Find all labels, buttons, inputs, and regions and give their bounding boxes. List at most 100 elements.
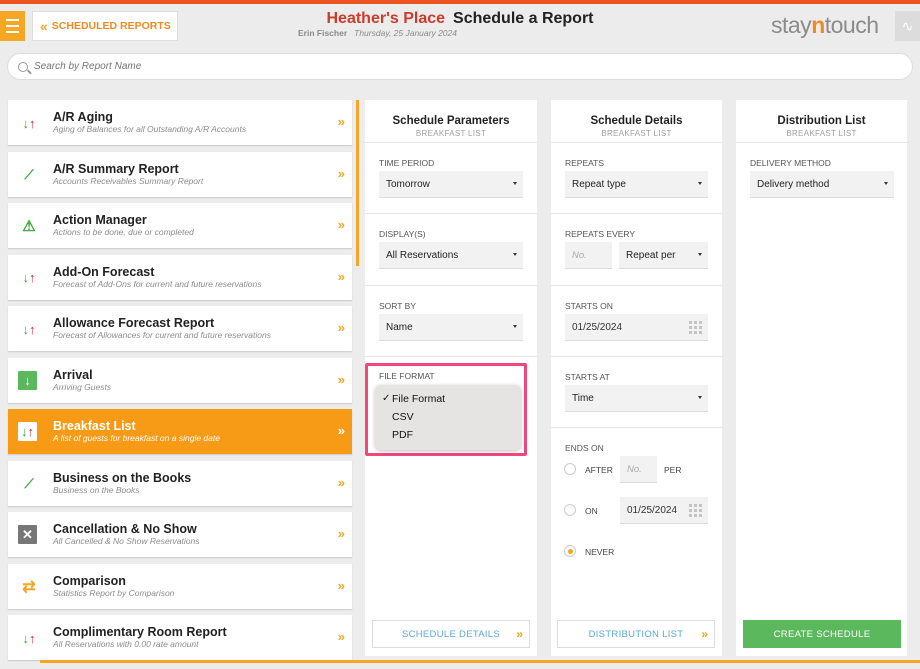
caret-down-icon — [513, 182, 517, 185]
stayntouch-logo: stayntouch — [771, 12, 879, 38]
file-format-divider — [365, 356, 537, 357]
activity-icon[interactable]: ∿ — [895, 11, 920, 41]
report-description: A list of guests for breakfast on a sing… — [53, 433, 220, 443]
list-item[interactable]: ↓ ↑ Allowance Forecast Report Forecast of… — [8, 306, 352, 351]
chevron-right-icon: » — [337, 114, 345, 129]
chevron-right-icon: » — [337, 629, 345, 644]
delivery-method-label: DELIVERY METHOD — [750, 158, 831, 168]
ends-after-number-input[interactable]: No. — [620, 456, 657, 483]
report-search-bar[interactable] — [7, 53, 913, 80]
report-description: Forecast of Add-Ons for current and futu… — [53, 278, 262, 289]
cancel-x-icon: ✕ — [18, 525, 37, 544]
ends-on-date-input[interactable]: 01/25/2024 — [620, 497, 708, 524]
up-down-arrows-icon: ↓ ↑ — [22, 270, 36, 285]
search-input[interactable] — [34, 61, 834, 72]
repeats-every-section: REPEATS EVERY No. Repeat per — [551, 213, 722, 285]
distribution-list-panel: Distribution List BREAKFAST LIST DELIVER… — [736, 100, 907, 656]
sort-by-label: SORT BY — [379, 301, 417, 311]
chevron-right-icon: » — [337, 371, 345, 387]
file-format-label: FILE FORMAT — [379, 371, 435, 381]
report-description: Arriving Guests — [53, 381, 112, 392]
repeats-every-number-input[interactable]: No. — [565, 242, 612, 269]
distribution-list-button[interactable]: DISTRIBUTION LIST» — [557, 620, 715, 648]
report-title: Arrival — [53, 367, 93, 382]
after-label: AFTER — [585, 465, 613, 475]
file-format-dropdown[interactable]: ✓ File Format CSV PDF — [375, 385, 521, 450]
report-title: Add-On Forecast — [53, 264, 155, 279]
caret-down-icon — [698, 182, 702, 185]
schedule-details-button[interactable]: SCHEDULE DETAILS» — [372, 620, 530, 648]
ends-on-radio[interactable] — [564, 504, 576, 516]
starts-on-section: STARTS ON 01/25/2024 — [551, 285, 722, 356]
checkmark-icon: ✓ — [382, 393, 391, 404]
caret-down-icon — [698, 253, 702, 256]
bottom-accent-bar — [40, 660, 920, 663]
ends-after-radio[interactable] — [564, 463, 576, 475]
list-item[interactable]: ⇄ Comparison Statistics Report by Compar… — [8, 563, 352, 609]
report-description: Aging of Balances for all Outstanding A/… — [53, 124, 247, 134]
repeats-every-label: REPEATS EVERY — [565, 229, 636, 239]
starts-on-date-input[interactable]: 01/25/2024 — [565, 314, 708, 341]
sort-by-select[interactable]: Name — [379, 314, 523, 341]
displays-label: DISPLAY(S) — [379, 229, 426, 239]
report-description: Forecast of Allowances for current and f… — [53, 330, 271, 340]
chevron-right-icon: » — [337, 526, 345, 541]
trend-chart-icon: ⟋ — [24, 475, 34, 491]
panel-title: Schedule Details — [590, 115, 683, 127]
panel-subtitle: BREAKFAST LIST — [786, 129, 857, 138]
calendar-grid-icon — [689, 504, 702, 517]
ends-on-section: ENDS ON AFTER No. PER ON 01/25/2024 NEVE… — [551, 427, 722, 577]
file-format-highlight: FILE FORMAT ✓ File Format CSV PDF — [365, 363, 527, 456]
file-format-option-default[interactable]: ✓ File Format — [375, 390, 521, 408]
file-format-option-pdf[interactable]: PDF — [375, 426, 521, 444]
list-item[interactable]: ↓ ↑ A/R Aging Aging of Balances for all O… — [8, 100, 352, 145]
chevron-right-icon: » — [337, 474, 345, 490]
create-schedule-button[interactable]: CREATE SCHEDULE — [743, 620, 901, 648]
list-item[interactable]: ↓ ↑ Complimentary Room Report All Reserva… — [8, 615, 352, 660]
panel-title: Distribution List — [777, 115, 866, 127]
schedule-details-panel: Schedule Details BREAKFAST LIST REPEATS … — [551, 100, 722, 656]
hotel-name: Heather's Place — [326, 10, 446, 27]
report-title: Action Manager — [53, 213, 147, 227]
search-icon — [18, 61, 28, 72]
displays-select[interactable]: All Reservations — [379, 242, 523, 269]
repeat-per-select[interactable]: Repeat per — [619, 242, 708, 269]
ends-never-radio[interactable] — [564, 545, 576, 557]
list-item[interactable]: ✕ Cancellation & No Show All Cancelled &… — [8, 512, 352, 557]
report-title: Allowance Forecast Report — [53, 316, 215, 330]
panel-title: Schedule Parameters — [392, 115, 510, 127]
report-title: Cancellation & No Show — [53, 522, 197, 536]
time-period-label: TIME PERIOD — [379, 158, 435, 168]
list-item[interactable]: ⟋ A/R Summary Report Accounts Receivable… — [8, 151, 352, 197]
repeats-select[interactable]: Repeat type — [565, 171, 708, 198]
caret-down-icon — [884, 182, 888, 185]
list-item[interactable]: ⟋ Business on the Books Business on the … — [8, 460, 352, 506]
file-format-option-csv[interactable]: CSV — [375, 408, 521, 426]
list-item-selected[interactable]: ↓ ↑ Breakfast List A list of guests for b… — [8, 409, 352, 454]
starts-at-section: STARTS AT Time — [551, 356, 722, 427]
up-down-arrows-icon: ↓ ↑ — [22, 321, 36, 337]
time-period-select[interactable]: Tomorrow — [379, 171, 523, 198]
chevron-right-icon: » — [516, 627, 522, 641]
report-description: Accounts Receivables Summary Report — [53, 175, 204, 186]
list-item[interactable]: ↓ ↑ Add-On Forecast Forecast of Add-Ons f… — [8, 254, 352, 300]
business-date: Thursday, 25 January 2024 — [354, 28, 457, 38]
list-scroll-indicator[interactable] — [356, 100, 359, 266]
list-item[interactable]: ↓ Arrival Arriving Guests » — [8, 357, 352, 403]
up-down-arrows-icon: ↓ ↑ — [18, 422, 37, 441]
chevron-right-icon: » — [337, 268, 345, 284]
starts-at-label: STARTS AT — [565, 372, 610, 382]
up-down-arrows-icon: ↓ ↑ — [22, 630, 36, 646]
report-title: Comparison — [53, 573, 126, 588]
delivery-method-select[interactable]: Delivery method — [750, 171, 894, 198]
ends-on-label: ENDS ON — [565, 443, 604, 453]
starts-at-select[interactable]: Time — [565, 385, 708, 412]
repeats-section: REPEATS Repeat type — [551, 142, 722, 213]
report-description: All Cancelled & No Show Reservations — [53, 536, 200, 546]
caret-down-icon — [513, 253, 517, 256]
list-item[interactable]: ⚠ Action Manager Actions to be done, due… — [8, 203, 352, 248]
panel-subtitle: BREAKFAST LIST — [415, 129, 487, 138]
never-label: NEVER — [585, 547, 615, 557]
sort-by-section: SORT BY Name — [365, 285, 537, 356]
app-header: « SCHEDULED REPORTS Heather's Place Sched… — [0, 4, 920, 46]
